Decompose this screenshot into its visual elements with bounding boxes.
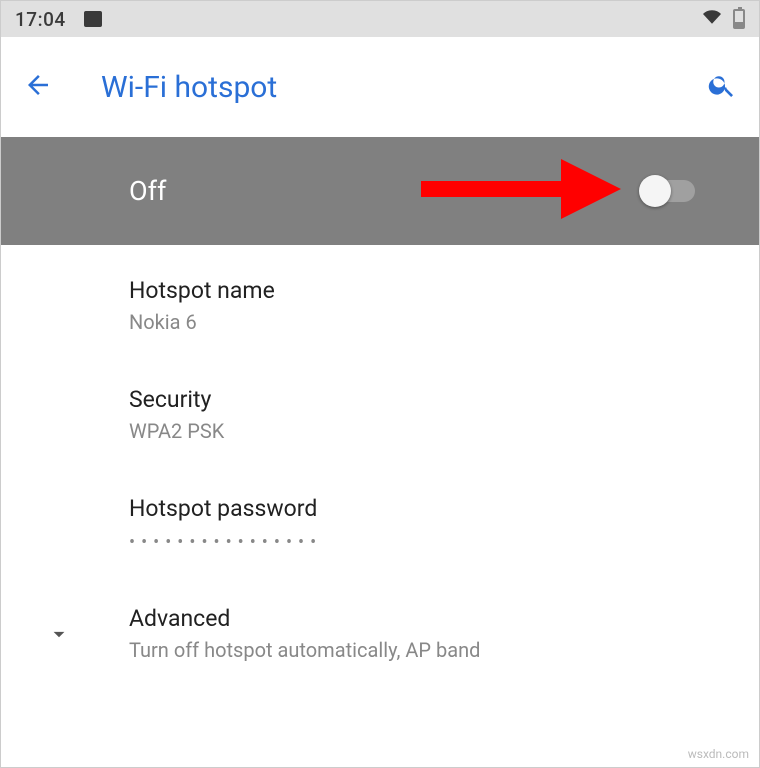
switch-thumb: [639, 175, 671, 207]
item-title: Advanced: [129, 605, 480, 632]
annotation-arrow-icon: [421, 159, 621, 223]
watermark: wsxdn.com: [688, 747, 749, 761]
hotspot-password-item[interactable]: Hotspot password ••••••••••••••••: [1, 469, 759, 579]
status-bar: 17:04: [1, 1, 759, 37]
app-bar: Wi-Fi hotspot: [1, 37, 759, 137]
password-masked: ••••••••••••••••: [129, 532, 759, 553]
item-title: Hotspot name: [129, 277, 759, 304]
settings-list: Hotspot name Nokia 6 Security WPA2 PSK H…: [1, 245, 759, 694]
item-summary: Turn off hotspot automatically, AP band: [129, 638, 480, 662]
battery-icon: [733, 9, 745, 29]
search-button[interactable]: [707, 70, 737, 104]
item-value: Nokia 6: [129, 310, 759, 334]
advanced-text: Advanced Turn off hotspot automatically,…: [129, 605, 480, 662]
hotspot-toggle-row[interactable]: Off: [1, 137, 759, 245]
status-left: 17:04: [15, 8, 102, 31]
item-title: Security: [129, 386, 759, 413]
status-time: 17:04: [15, 8, 66, 31]
wifi-icon: [701, 8, 723, 30]
security-item[interactable]: Security WPA2 PSK: [1, 360, 759, 469]
item-title: Hotspot password: [129, 495, 759, 522]
status-right: [701, 8, 745, 30]
hotspot-switch[interactable]: [643, 180, 695, 202]
page-title: Wi-Fi hotspot: [101, 70, 659, 105]
picture-icon: [84, 11, 102, 27]
chevron-down-icon: [37, 621, 81, 647]
advanced-item[interactable]: Advanced Turn off hotspot automatically,…: [1, 579, 759, 688]
item-value: WPA2 PSK: [129, 419, 759, 443]
back-button[interactable]: [23, 70, 53, 104]
hotspot-name-item[interactable]: Hotspot name Nokia 6: [1, 251, 759, 360]
